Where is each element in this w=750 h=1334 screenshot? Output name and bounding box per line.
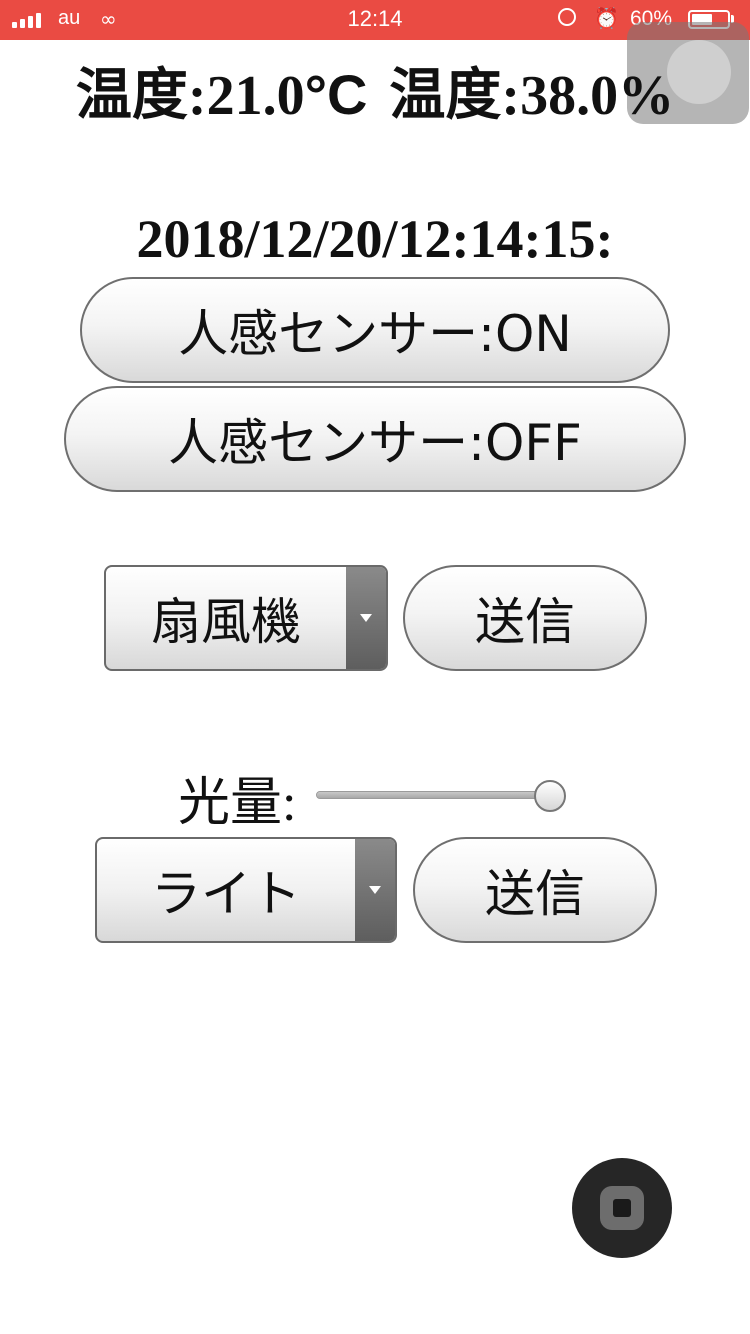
light-amount-label: 光量: xyxy=(178,775,297,832)
slider-thumb[interactable] xyxy=(534,780,566,812)
timestamp: 2018/12/20/12:14:15: xyxy=(136,209,614,269)
sensor-readings: 温度:21.0°C 温度:38.0% xyxy=(0,50,750,131)
humidity-value: 38.0% xyxy=(520,65,675,127)
sensor-off-button[interactable]: 人感センサー:OFF xyxy=(64,386,686,492)
slider-fill xyxy=(317,792,557,798)
light-select[interactable]: ライト xyxy=(95,837,397,943)
device-send-button[interactable]: 送信 xyxy=(403,565,647,671)
assistive-touch-icon[interactable] xyxy=(572,1158,672,1258)
chevron-down-icon[interactable] xyxy=(346,567,386,669)
device-select-value: 扇風機 xyxy=(151,593,301,651)
light-amount-slider[interactable] xyxy=(316,791,558,799)
alarm-icon: ⏰ xyxy=(594,6,619,30)
temperature-label: 温度: xyxy=(75,65,207,127)
orientation-lock-icon xyxy=(558,8,576,26)
sensor-on-button[interactable]: 人感センサー:ON xyxy=(80,277,670,383)
device-select[interactable]: 扇風機 xyxy=(104,565,388,671)
light-select-value: ライト xyxy=(151,865,301,923)
light-send-button[interactable]: 送信 xyxy=(413,837,657,943)
chevron-down-icon[interactable] xyxy=(355,839,395,941)
temperature-unit: °C xyxy=(304,63,368,126)
temperature-value: 21.0 xyxy=(206,65,305,127)
humidity-label: 温度: xyxy=(389,65,521,127)
